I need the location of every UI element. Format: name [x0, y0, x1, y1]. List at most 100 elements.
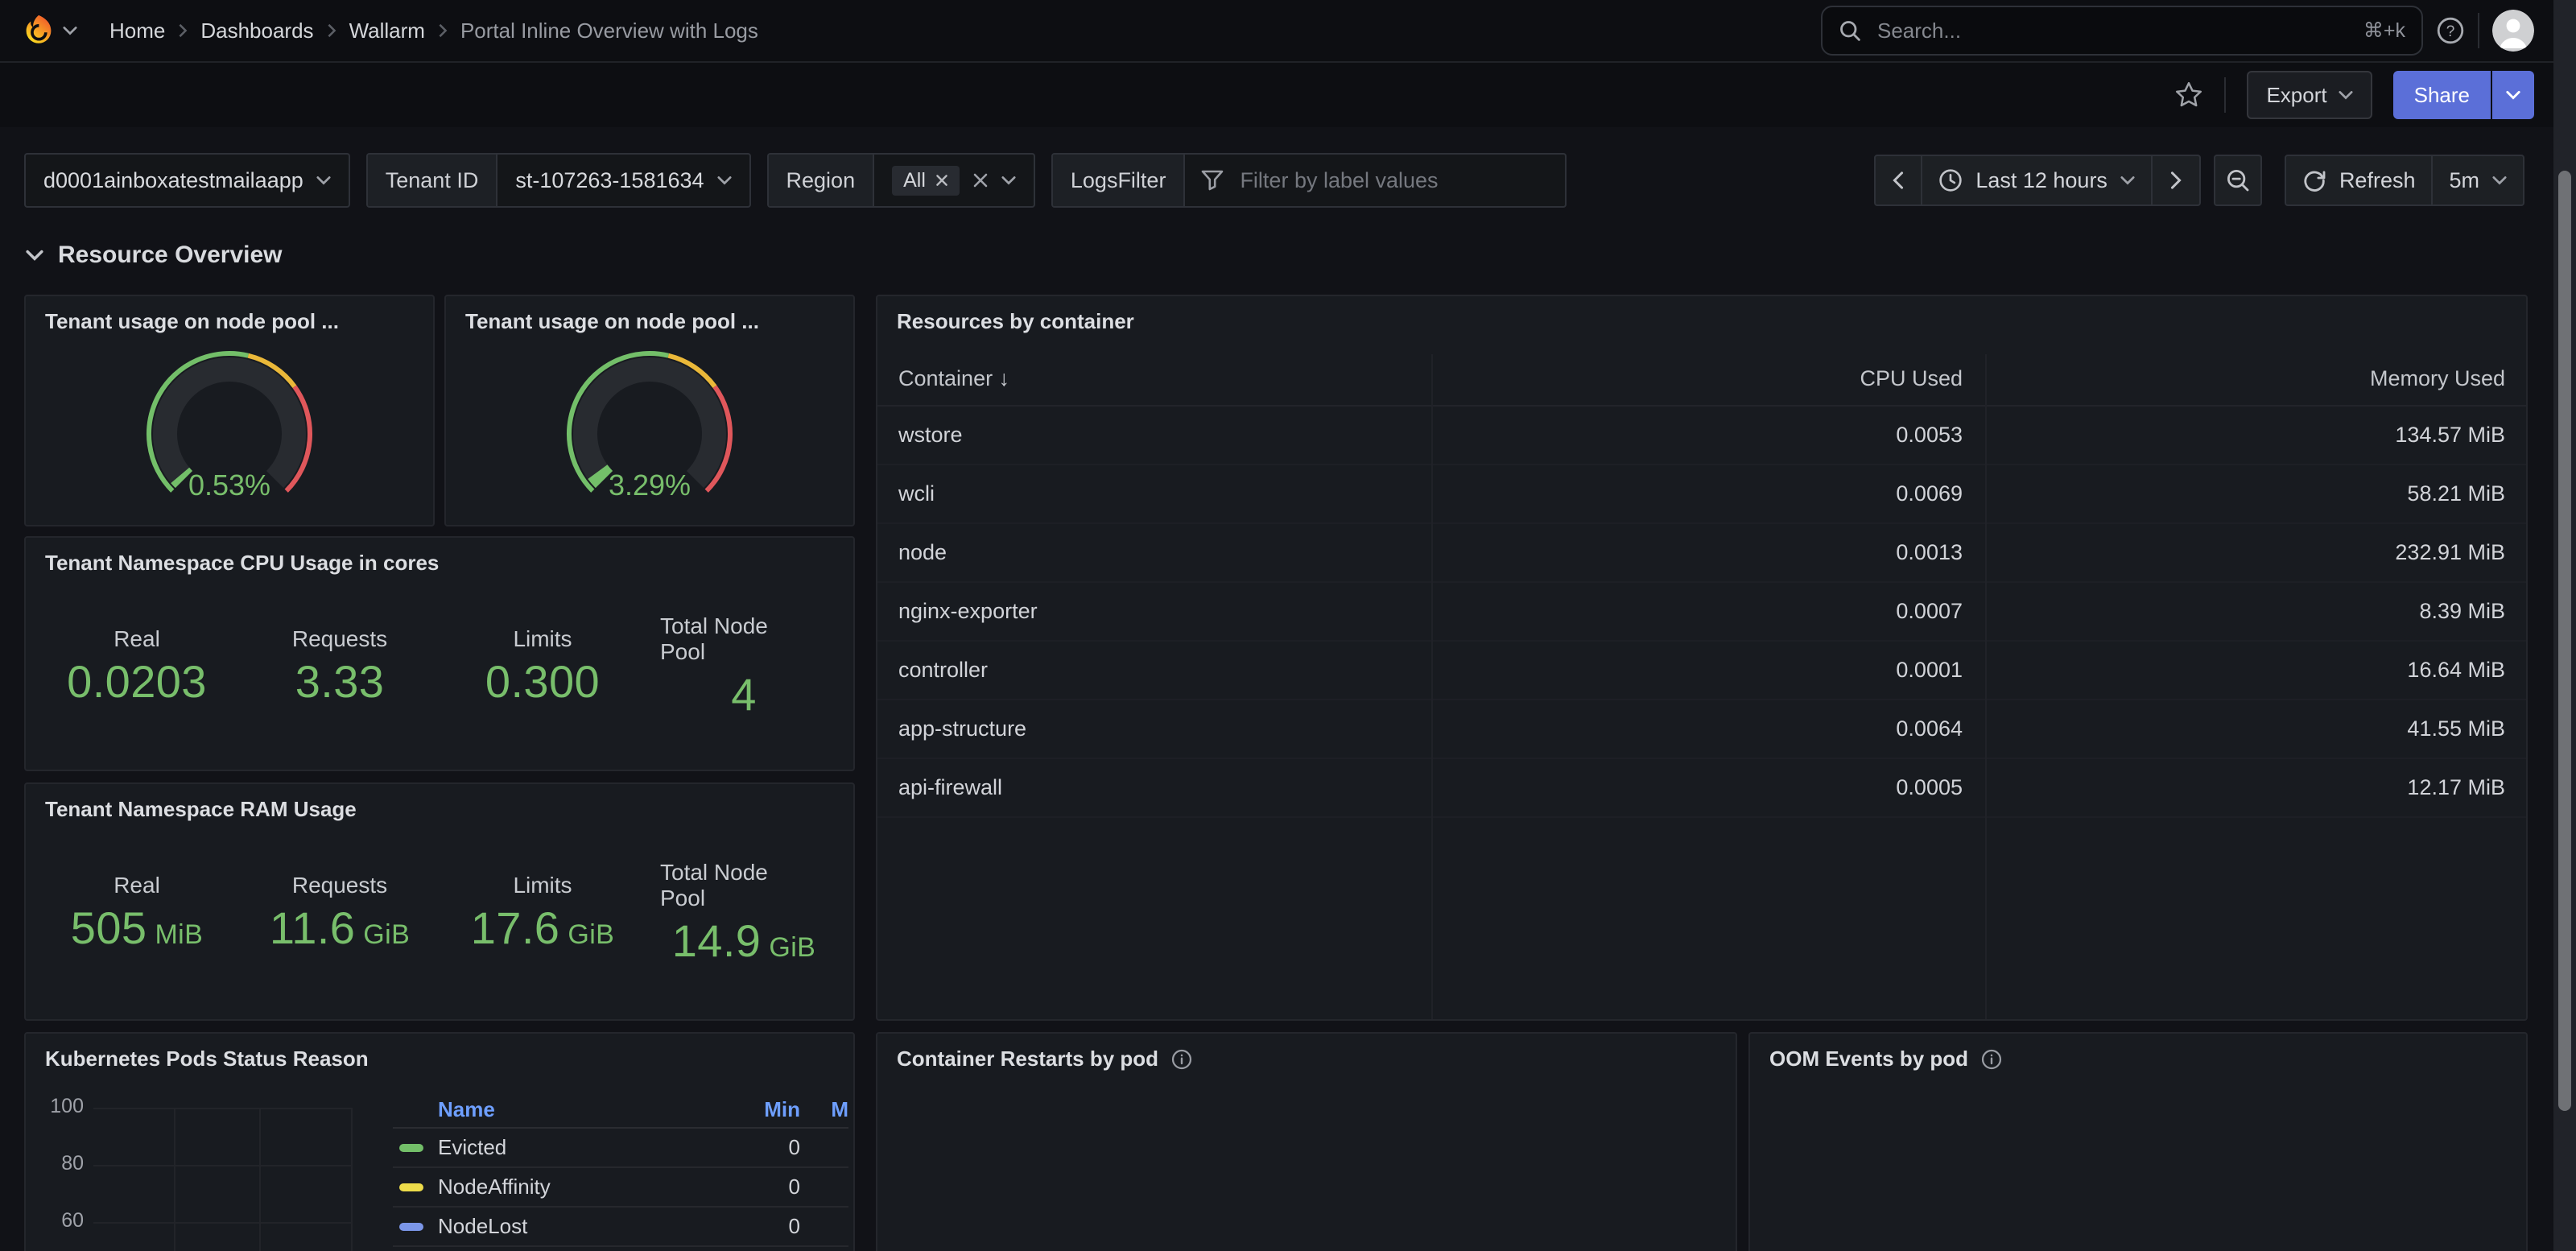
- variable-app-dropdown[interactable]: d0001ainboxatestmailaapp: [24, 153, 350, 208]
- time-shift-forward-button[interactable]: [2153, 155, 2201, 206]
- refresh-button[interactable]: Refresh: [2285, 155, 2434, 206]
- zoom-out-button[interactable]: [2214, 155, 2262, 206]
- table-col-header[interactable]: Container ↓: [877, 366, 1431, 391]
- grafana-logo-icon: [21, 13, 56, 48]
- y-axis-tick: 60: [32, 1209, 84, 1232]
- y-axis-tick: 80: [32, 1152, 84, 1175]
- stat-value: 14.9GiB: [644, 918, 844, 965]
- pods-chart-plot: [93, 1108, 353, 1251]
- stat-label: Total Node Pool: [644, 613, 792, 665]
- svg-text:0.53%: 0.53%: [188, 469, 270, 502]
- section-row-resource-overview[interactable]: Resource Overview: [0, 208, 2576, 269]
- logsfilter-input[interactable]: [1236, 167, 1549, 195]
- refresh-interval-label: 5m: [2449, 168, 2479, 193]
- toolbar-divider: [2224, 77, 2226, 113]
- stat-total-node-pool: Total Node Pool4: [644, 613, 844, 719]
- cell-value: 41.55 MiB: [1984, 716, 2526, 741]
- panel-title[interactable]: Tenant Namespace CPU Usage in cores: [26, 538, 853, 576]
- remove-chip-icon[interactable]: [935, 174, 948, 187]
- avatar[interactable]: [2492, 10, 2534, 52]
- star-button[interactable]: [2174, 81, 2203, 109]
- panel-title-text: Container Restarts by pod: [897, 1047, 1158, 1071]
- share-button[interactable]: Share: [2393, 71, 2491, 119]
- cell-value: 134.57 MiB: [1984, 423, 2526, 448]
- cell-value: 58.21 MiB: [1984, 481, 2526, 506]
- info-icon[interactable]: [1171, 1049, 1192, 1070]
- table-row: controller0.000116.64 MiB: [877, 642, 2526, 700]
- breadcrumb-folder[interactable]: Wallarm: [349, 19, 425, 43]
- pods-legend: NameMinM Evicted0NodeAffinity0NodeLost0: [393, 1092, 848, 1247]
- stat-value: 505MiB: [35, 905, 238, 952]
- org-menu-button[interactable]: [21, 13, 77, 48]
- panel-oom-events: OOM Events by pod: [1748, 1032, 2528, 1251]
- cell-value: 0.0053: [1431, 423, 1984, 448]
- clear-region-icon[interactable]: [972, 172, 989, 188]
- search-shortcut: ⌘+k: [2363, 19, 2405, 43]
- chevron-down-icon: [717, 175, 732, 185]
- breadcrumb-home[interactable]: Home: [109, 19, 165, 43]
- stat-value: 0.0203: [35, 659, 238, 706]
- info-icon[interactable]: [1981, 1049, 2002, 1070]
- search-box[interactable]: ⌘+k: [1821, 6, 2423, 56]
- panel-resources-by-container: Resources by container Container ↓CPU Us…: [876, 295, 2528, 1021]
- grafana-dashboard: Home Dashboards Wallarm Portal Inline Ov…: [0, 0, 2576, 1251]
- legend-col-header[interactable]: M: [800, 1097, 848, 1122]
- variable-region-dropdown[interactable]: Region All: [767, 153, 1035, 208]
- table-col-header[interactable]: CPU Used: [1431, 366, 1984, 391]
- cell-value: 0.0069: [1431, 481, 1984, 506]
- cell-value: 0.0013: [1431, 540, 1984, 565]
- variable-logsfilter-label: LogsFilter: [1053, 155, 1186, 206]
- stat-label: Requests: [238, 626, 441, 652]
- table-col-header[interactable]: Memory Used: [1984, 366, 2526, 391]
- legend-series-name[interactable]: NodeAffinity: [393, 1175, 710, 1199]
- panel-title[interactable]: Resources by container: [877, 296, 2526, 334]
- panel-pods-status-reason: Kubernetes Pods Status Reason 100 80 60 Na…: [24, 1032, 855, 1251]
- scrollbar-thumb[interactable]: [2558, 171, 2571, 1111]
- search-input[interactable]: [1874, 17, 2351, 45]
- legend-header-row: NameMinM: [393, 1092, 848, 1129]
- stat-value: 11.6GiB: [238, 905, 441, 952]
- controls-row: d0001ainboxatestmailaapp Tenant ID st-10…: [0, 127, 2576, 208]
- breadcrumb: Home Dashboards Wallarm Portal Inline Ov…: [109, 19, 758, 43]
- cell-container-name: controller: [877, 658, 1431, 683]
- cell-value: 0.0005: [1431, 775, 1984, 800]
- y-axis-tick: 100: [32, 1095, 84, 1118]
- export-button[interactable]: Export: [2247, 71, 2372, 119]
- panel-title[interactable]: Tenant Namespace RAM Usage: [26, 784, 853, 822]
- variable-tenant-dropdown[interactable]: Tenant ID st-107263-1581634: [366, 153, 751, 208]
- gauge-chart: 3.29%: [513, 337, 786, 514]
- region-chip-all[interactable]: All: [892, 166, 960, 196]
- table-row: wcli0.006958.21 MiB: [877, 465, 2526, 524]
- legend-swatch: [399, 1223, 423, 1231]
- legend-col-header[interactable]: Min: [710, 1097, 800, 1122]
- table-body: wstore0.0053134.57 MiBwcli0.006958.21 Mi…: [877, 407, 2526, 818]
- cell-value: 12.17 MiB: [1984, 775, 2526, 800]
- legend-series-name[interactable]: NodeLost: [393, 1214, 710, 1239]
- panel-title[interactable]: Tenant usage on node pool ...: [26, 296, 433, 334]
- panel-title[interactable]: Kubernetes Pods Status Reason: [26, 1034, 853, 1071]
- legend-row: Evicted0: [393, 1129, 848, 1168]
- legend-series-name[interactable]: Evicted: [393, 1135, 710, 1160]
- table-header-row: Container ↓CPU UsedMemory Used: [877, 352, 2526, 407]
- share-options-button[interactable]: [2492, 71, 2534, 119]
- chevron-right-icon: [438, 23, 448, 38]
- panel-title[interactable]: Tenant usage on node pool ...: [446, 296, 853, 334]
- panel-title[interactable]: Container Restarts by pod: [877, 1034, 1736, 1071]
- refresh-interval-dropdown[interactable]: 5m: [2433, 155, 2524, 206]
- cpu-stats-row: Real0.0203Requests3.33Limits0.300Total N…: [26, 579, 853, 753]
- panel-container-restarts: Container Restarts by pod: [876, 1032, 1737, 1251]
- help-button[interactable]: ?: [2436, 16, 2465, 45]
- breadcrumb-dashboards[interactable]: Dashboards: [200, 19, 313, 43]
- panel-title[interactable]: OOM Events by pod: [1750, 1034, 2526, 1071]
- chevron-right-icon: [178, 23, 188, 38]
- legend-col-header[interactable]: Name: [393, 1097, 710, 1122]
- stat-label: Limits: [441, 626, 644, 652]
- section-title: Resource Overview: [58, 242, 282, 269]
- scrollbar-track[interactable]: [2553, 0, 2576, 1251]
- legend-row: NodeAffinity0: [393, 1168, 848, 1208]
- stat-real: Real0.0203: [35, 626, 238, 706]
- ram-stats-row: Real505MiBRequests11.6GiBLimits17.6GiBTo…: [26, 825, 853, 999]
- stat-label: Requests: [238, 873, 441, 898]
- time-range-picker[interactable]: Last 12 hours: [1922, 155, 2153, 206]
- time-shift-back-button[interactable]: [1874, 155, 1922, 206]
